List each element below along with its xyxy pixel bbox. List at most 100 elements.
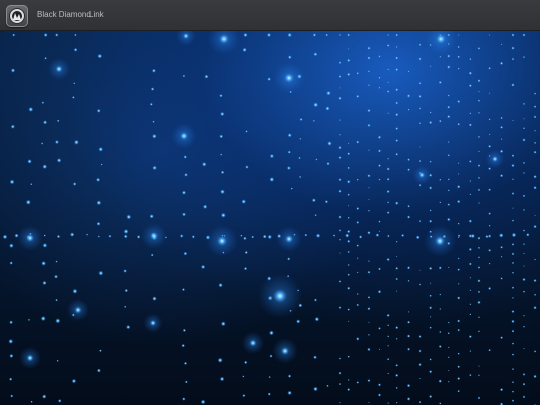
particle [500,277,503,280]
black-diamond-app-icon[interactable] [6,5,28,27]
particle [429,316,432,318]
particle [395,363,399,367]
particle [523,314,525,317]
particle [457,55,461,59]
particle [220,321,226,327]
particle [180,132,188,140]
particle [457,222,460,225]
particle [347,388,351,392]
particle [10,124,15,129]
particle [54,274,59,279]
particle [418,57,422,61]
particle [533,224,537,229]
app-name-label[interactable]: Black Diamond [37,10,91,19]
particle [457,122,461,126]
particle [387,324,390,327]
particle [347,193,350,196]
particle [533,105,537,109]
particle [439,308,442,310]
particle [267,77,271,82]
particle [338,280,342,283]
particle [367,270,371,274]
particle [346,179,351,184]
particle [429,370,433,374]
particle [500,138,503,140]
particle [447,321,450,324]
particle [477,99,481,102]
particle [149,214,154,219]
particle [273,289,287,303]
particle [418,81,422,85]
particle [73,82,76,85]
particle [386,177,390,181]
particle [438,266,442,270]
particle [439,330,442,334]
particle [368,149,370,151]
particle [56,158,62,163]
particle [500,255,503,258]
particle [325,33,329,37]
particle [150,232,158,240]
particle [511,243,515,246]
particle [457,67,460,70]
particle [478,202,480,204]
particle [367,230,371,235]
particle [346,72,351,77]
link-menu-item[interactable]: Link [89,10,104,19]
particle-wallpaper [0,31,540,405]
particle [500,116,503,120]
particle [338,145,342,150]
particle [457,257,460,260]
particle [356,244,360,247]
particle [368,187,370,189]
particle [217,357,223,363]
particle [477,111,480,114]
particle [312,119,315,122]
particle [387,112,389,114]
particle [386,90,390,93]
particle [286,166,291,171]
particle [338,33,342,37]
particle [447,54,451,58]
particle [512,207,514,209]
particle [150,253,154,257]
particle [468,123,472,127]
particle [241,199,247,204]
particle [387,201,390,204]
particle [368,198,370,201]
particle [395,373,399,378]
particle [468,247,472,252]
particle [347,229,351,234]
particle [245,165,249,169]
particle [522,138,526,142]
particle [395,337,398,340]
particle [98,146,104,152]
particle [457,173,460,175]
particle [338,306,342,310]
particle [375,233,380,237]
particle [96,200,102,206]
particle [124,288,129,293]
particle [419,269,421,271]
particle [511,368,515,371]
particle [429,326,432,329]
particle [511,342,515,345]
particle [217,236,227,246]
particle [182,74,186,78]
particle [243,360,248,365]
particle [469,373,472,377]
particle [338,61,342,65]
particle [511,192,515,195]
particle [314,316,320,322]
particle [324,200,329,204]
particle [447,356,450,359]
particle [511,57,515,61]
particle [511,83,515,87]
particle [522,382,526,386]
particle [457,162,460,165]
particle [477,279,481,283]
particle [511,310,515,314]
particle [457,376,461,381]
particle [522,395,526,399]
particle [347,33,351,37]
